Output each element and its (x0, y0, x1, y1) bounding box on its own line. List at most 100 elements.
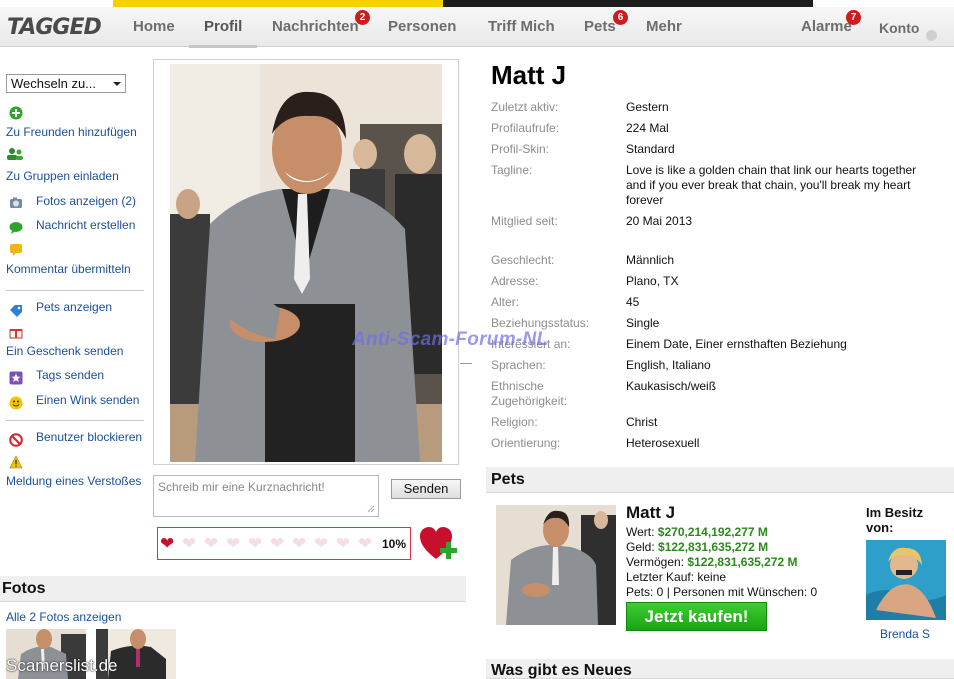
alarme-badge: 7 (846, 10, 861, 25)
nav-profil[interactable]: Profil (204, 18, 242, 35)
top-ad-strip (0, 0, 954, 7)
create-message-link[interactable]: Nachricht erstellen (36, 218, 135, 232)
heart-empty-icon[interactable]: ❤ (358, 535, 372, 552)
nav-triff-mich[interactable]: Triff Mich (488, 18, 555, 35)
main-nav: TAGGED Home Profil Nachrichten 2 Persone… (0, 7, 954, 48)
quick-message-input[interactable]: Schreib mir eine Kurznachricht! (153, 475, 379, 517)
field-value: Single (626, 316, 660, 330)
nav-konto[interactable]: Konto (879, 20, 919, 36)
pet-wert-value: $270,214,192,277 M (657, 525, 768, 539)
show-photos-link[interactable]: Fotos anzeigen (2) (36, 194, 136, 208)
field-value: Männlich (626, 253, 675, 267)
field-label: Profilaufrufe: (491, 121, 560, 135)
field-value: English, Italiano (626, 358, 711, 372)
owner-name-link[interactable]: Brenda S (880, 627, 930, 641)
nav-home[interactable]: Home (133, 18, 175, 35)
ad-banner-yellow (113, 0, 443, 7)
send-wink-link[interactable]: Einen Wink senden (36, 393, 139, 407)
sidebar-divider (6, 290, 144, 291)
field-value: Gestern (626, 100, 669, 114)
field-value: Plano, TX (626, 274, 679, 288)
block-icon (9, 433, 23, 447)
buy-now-button[interactable]: Jetzt kaufen! (626, 602, 767, 631)
field-value: Heterosexuell (626, 436, 700, 450)
field-value: Standard (626, 142, 675, 156)
pet-name[interactable]: Matt J (626, 503, 675, 523)
block-user-link[interactable]: Benutzer blockieren (36, 430, 142, 444)
gift-icon (9, 329, 23, 339)
heart-empty-icon[interactable]: ❤ (314, 535, 328, 552)
owner-title-text: Im Besitz von: (866, 505, 924, 535)
show-pets-link[interactable]: Pets anzeigen (36, 300, 112, 314)
fotos-header: Fotos (0, 576, 466, 602)
resize-grip-icon[interactable] (367, 505, 375, 513)
plus-icon (9, 106, 23, 120)
nav-alarme[interactable]: Alarme (801, 18, 852, 35)
heart-empty-icon[interactable]: ❤ (226, 535, 240, 552)
pet-wert-row: Wert: $270,214,192,277 M (626, 525, 768, 539)
pets-header: Pets (486, 467, 954, 493)
field-value: Kaukasisch/weiß (626, 379, 717, 393)
field-label: Zuletzt aktiv: (491, 100, 559, 114)
pet-photo[interactable] (496, 505, 616, 625)
submit-comment-link[interactable]: Kommentar übermitteln (6, 262, 131, 276)
pet-vermoegen-value: $122,831,635,272 M (687, 555, 798, 569)
active-tab-indicator (189, 45, 257, 48)
field-value: 45 (626, 295, 640, 309)
field-value: Christ (626, 415, 658, 429)
nachrichten-badge: 2 (355, 10, 370, 25)
send-gift-link[interactable]: Ein Geschenk senden (6, 344, 123, 358)
heart-empty-icon[interactable]: ❤ (182, 535, 196, 552)
column-divider-mark (460, 363, 472, 364)
send-button[interactable]: Senden (391, 479, 461, 499)
ad-banner-dark (443, 0, 813, 7)
star-icon (9, 371, 23, 385)
heart-empty-icon[interactable]: ❤ (336, 535, 350, 552)
profile-photo[interactable] (170, 64, 442, 462)
nav-mehr[interactable]: Mehr (646, 18, 682, 35)
comment-icon (10, 244, 22, 256)
field-value: Einem Date, Einer ernsthaften Beziehung (626, 337, 847, 351)
pet-geld-label: Geld: (626, 540, 655, 554)
nav-nachrichten[interactable]: Nachrichten (272, 18, 359, 35)
owner-photo[interactable] (866, 540, 946, 620)
heart-rating-bar: ❤ ❤ ❤ ❤ ❤ ❤ ❤ ❤ ❤ ❤ 10% (157, 527, 411, 560)
group-icon (7, 148, 23, 160)
anti-scam-watermark: Anti-Scam-Forum-NL (352, 329, 549, 350)
nav-pets[interactable]: Pets (584, 18, 616, 35)
pets-badge: 6 (613, 10, 628, 25)
scamerslist-watermark: Scamerslist.de (6, 656, 118, 675)
heart-empty-icon[interactable]: ❤ (270, 535, 284, 552)
tagged-logo[interactable]: TAGGED (7, 15, 102, 40)
smiley-icon (9, 396, 23, 410)
chevron-down-icon (113, 82, 121, 86)
switch-select-value: Wechseln zu... (11, 76, 97, 91)
pet-vermoegen-label: Vermögen: (626, 555, 685, 569)
profile-photo-frame (153, 59, 459, 465)
add-friend-link[interactable]: Zu Freunden hinzufügen (6, 125, 137, 139)
field-label: Mitglied seit: (491, 214, 558, 228)
field-label: Tagline: (491, 163, 533, 177)
profile-photo-image (170, 64, 442, 462)
heart-filled-icon[interactable]: ❤ (160, 535, 174, 552)
konto-status-icon (926, 30, 937, 41)
field-value: 20 Mai 2013 (626, 214, 693, 228)
heart-percent: 10% (381, 537, 406, 551)
heart-empty-icon[interactable]: ❤ (292, 535, 306, 552)
switch-to-select[interactable]: Wechseln zu... (6, 74, 126, 93)
tag-icon (10, 305, 22, 317)
heart-empty-icon[interactable]: ❤ (248, 535, 262, 552)
add-heart-icon[interactable] (419, 526, 459, 562)
send-tags-link[interactable]: Tags senden (36, 368, 104, 382)
pet-geld-value: $122,831,635,272 M (658, 540, 769, 554)
profile-name: Matt J (491, 60, 567, 90)
nav-personen[interactable]: Personen (388, 18, 456, 35)
camera-icon (10, 197, 22, 208)
field-label: Profil-Skin: (491, 142, 550, 156)
heart-empty-icon[interactable]: ❤ (204, 535, 218, 552)
pet-counts: Pets: 0 | Personen mit Wünschen: 0 (626, 585, 818, 599)
field-value: 224 Mal (626, 121, 669, 135)
report-violation-link[interactable]: Meldung eines Verstoßes (6, 474, 141, 488)
invite-groups-link[interactable]: Zu Gruppen einladen (6, 169, 119, 183)
show-all-photos-link[interactable]: Alle 2 Fotos anzeigen (6, 610, 121, 624)
